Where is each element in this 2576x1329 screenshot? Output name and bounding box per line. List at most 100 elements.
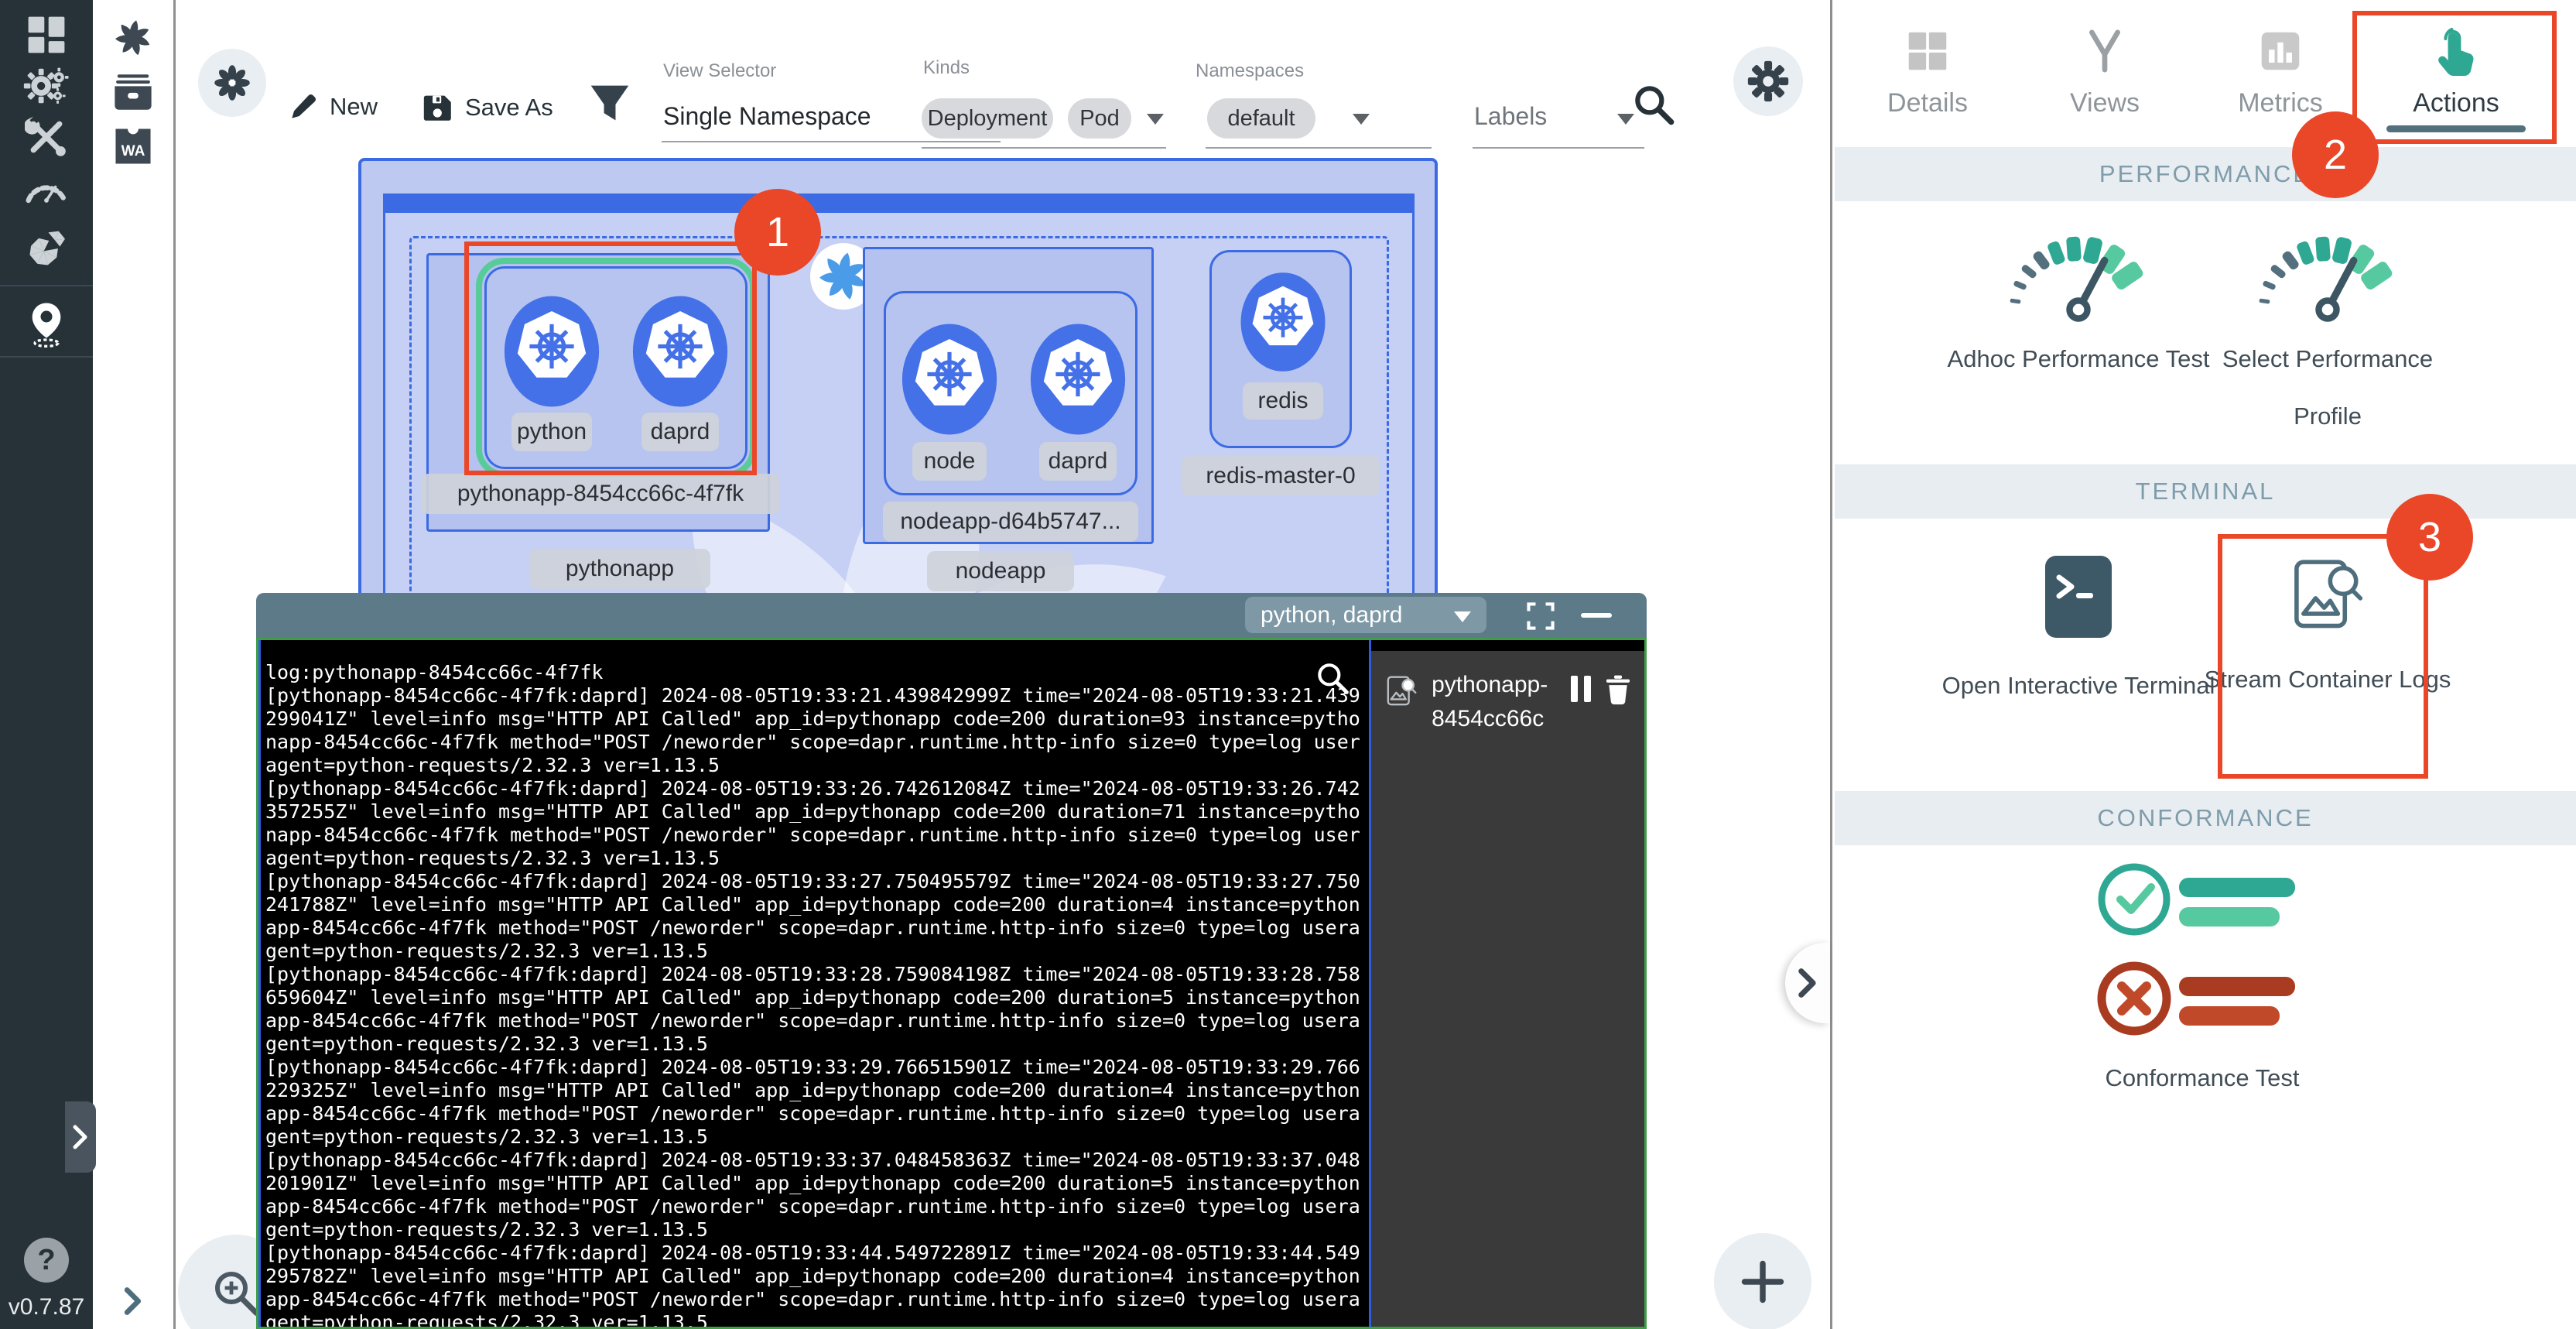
namespaces-label: Namespaces (1196, 60, 1304, 82)
patterns-mesh-icon[interactable] (0, 223, 93, 274)
kinds-underline (922, 147, 1166, 149)
pod-redis[interactable]: redis (1209, 250, 1352, 448)
select-performance-profile-action[interactable]: Select Performance Profile (2188, 224, 2467, 445)
section-header-conformance: CONFORMANCE (1835, 791, 2576, 845)
dashboard-icon[interactable] (0, 9, 93, 60)
namespaces-underline (1206, 147, 1432, 149)
container-node-python[interactable] (501, 293, 602, 409)
action-label: Open Interactive Terminal (1939, 657, 2218, 714)
sidebar-divider (0, 356, 93, 358)
tab-details[interactable]: Details (1842, 0, 2013, 143)
deployment-nodeapp[interactable]: node daprd nodeapp-d64b5747... (863, 247, 1154, 544)
settings-gear-button[interactable] (1733, 46, 1803, 116)
stream-pane-topbar (1371, 640, 1644, 651)
details-grid-icon (1842, 26, 2013, 76)
kinds-label: Kinds (923, 57, 970, 79)
new-button[interactable]: New (288, 91, 378, 122)
tab-views[interactable]: Views (2020, 0, 2190, 143)
tab-actions[interactable]: Actions (2371, 0, 2541, 143)
pod-nodeapp[interactable]: node daprd (884, 291, 1137, 495)
cluster-titlebar (385, 196, 1412, 213)
container-node-daprd[interactable] (630, 293, 730, 409)
lifecycle-gears-icon[interactable] (0, 60, 93, 111)
stream-container-logs-action[interactable]: Stream Container Logs (2188, 551, 2467, 708)
container-selector-dropdown[interactable]: python, daprd (1245, 597, 1486, 633)
tab-label: Actions (2371, 88, 2541, 118)
container-label: daprd (1039, 442, 1117, 481)
labels-underline (1473, 147, 1644, 149)
action-label: Adhoc Performance Test (1939, 331, 2218, 388)
container-label: redis (1243, 382, 1323, 420)
sidebar-expand-tab[interactable] (65, 1101, 96, 1173)
tab-label: Details (1842, 88, 2013, 118)
view-selector-label: View Selector (663, 60, 776, 82)
actions-tap-icon (2371, 26, 2541, 76)
app-switch-strip: WA (93, 0, 176, 1329)
kind-chip-pod[interactable]: Pod (1068, 98, 1131, 139)
filter-funnel-icon[interactable] (588, 81, 631, 128)
deployment-name-label: pythonapp (529, 549, 710, 589)
labels-dropdown[interactable]: Labels (1474, 102, 1547, 131)
gauge-icon (1997, 224, 2160, 327)
container-node-daprd[interactable] (1028, 321, 1128, 437)
stream-item[interactable]: pythonapp-8454cc66c (1385, 668, 1633, 736)
namespaces-caret-icon[interactable] (1353, 114, 1370, 125)
panel-collapse-tab[interactable] (1785, 943, 1830, 1023)
fullscreen-icon[interactable] (1527, 602, 1555, 634)
save-icon (422, 91, 454, 124)
kinds-caret-icon[interactable] (1147, 114, 1164, 125)
conformance-checklist-icon (2086, 855, 2318, 1048)
kind-chip-deployment[interactable]: Deployment (922, 98, 1053, 139)
namespace-chip-default[interactable]: default (1207, 98, 1315, 139)
kanvas-pin-icon[interactable] (0, 299, 93, 350)
conformance-test-action[interactable]: Conformance Test (2071, 855, 2334, 1094)
container-label: node (912, 442, 987, 481)
configuration-tools-icon[interactable] (0, 111, 93, 163)
pause-stream-icon[interactable] (1569, 674, 1592, 704)
tab-label: Metrics (2195, 88, 2366, 118)
container-label: daprd (641, 413, 719, 451)
adhoc-performance-test-action[interactable]: Adhoc Performance Test (1939, 224, 2218, 388)
stream-item-label: pythonapp-8454cc66c (1432, 668, 1554, 736)
terminal-icon (2044, 554, 2113, 639)
view-selector-dropdown[interactable]: Single Namespace (663, 102, 871, 131)
action-label: Select Performance Profile (2188, 331, 2467, 445)
deployment-name-label: nodeapp (927, 551, 1074, 591)
stream-logs-icon (2290, 551, 2366, 632)
open-interactive-terminal-action[interactable]: Open Interactive Terminal (1939, 554, 2218, 714)
terminal-titlebar[interactable]: python, daprd (256, 593, 1647, 638)
deployment-pythonapp[interactable]: python daprd pythonapp-8454cc66c-4f7fk (426, 253, 770, 532)
performance-gauge-icon[interactable] (0, 163, 93, 214)
views-icon (2020, 26, 2190, 76)
container-node-redis[interactable] (1238, 270, 1328, 374)
svg-text:WA: WA (121, 143, 145, 159)
pod-name-label: redis-master-0 (1182, 456, 1380, 496)
container-node-node[interactable] (899, 321, 1000, 437)
sidebar-divider (0, 285, 93, 286)
active-tab-underline (2386, 125, 2526, 132)
tab-metrics[interactable]: Metrics (2195, 0, 2366, 143)
log-search-icon[interactable] (1313, 659, 1352, 701)
pod-pythonapp-selected[interactable]: python daprd (484, 266, 747, 469)
wasm-filters-icon[interactable]: WA (93, 122, 173, 170)
designs-drawer-icon[interactable] (93, 68, 173, 116)
apply-pattern-button[interactable] (198, 49, 266, 117)
selector-caret-icon (1454, 602, 1471, 629)
add-node-fab[interactable] (1714, 1233, 1811, 1329)
log-output-pane[interactable]: log:pythonapp-8454cc66c-4f7fk [pythonapp… (258, 640, 1371, 1327)
action-label: Stream Container Logs (2188, 651, 2467, 708)
search-icon[interactable] (1630, 80, 1678, 132)
log-text: log:pythonapp-8454cc66c-4f7fk [pythonapp… (265, 661, 1364, 1327)
delete-stream-icon[interactable] (1603, 674, 1633, 705)
help-icon[interactable]: ? (0, 1235, 93, 1286)
action-label: Conformance Test (2071, 1063, 2334, 1094)
stream-logs-icon (1385, 668, 1418, 711)
save-as-button[interactable]: Save As (422, 91, 553, 124)
left-sidebar: ? v0.7.87 (0, 0, 93, 1329)
meshery-logo-icon[interactable] (93, 14, 173, 62)
strip-expand-chevron-icon[interactable] (93, 1277, 173, 1325)
meshery-app: ? v0.7.87 WA (0, 0, 2576, 1329)
minimize-icon[interactable] (1581, 613, 1612, 618)
metrics-bar-chart-icon (2195, 26, 2366, 76)
pod-name-label: pythonapp-8454cc66c-4f7fk (421, 474, 780, 514)
